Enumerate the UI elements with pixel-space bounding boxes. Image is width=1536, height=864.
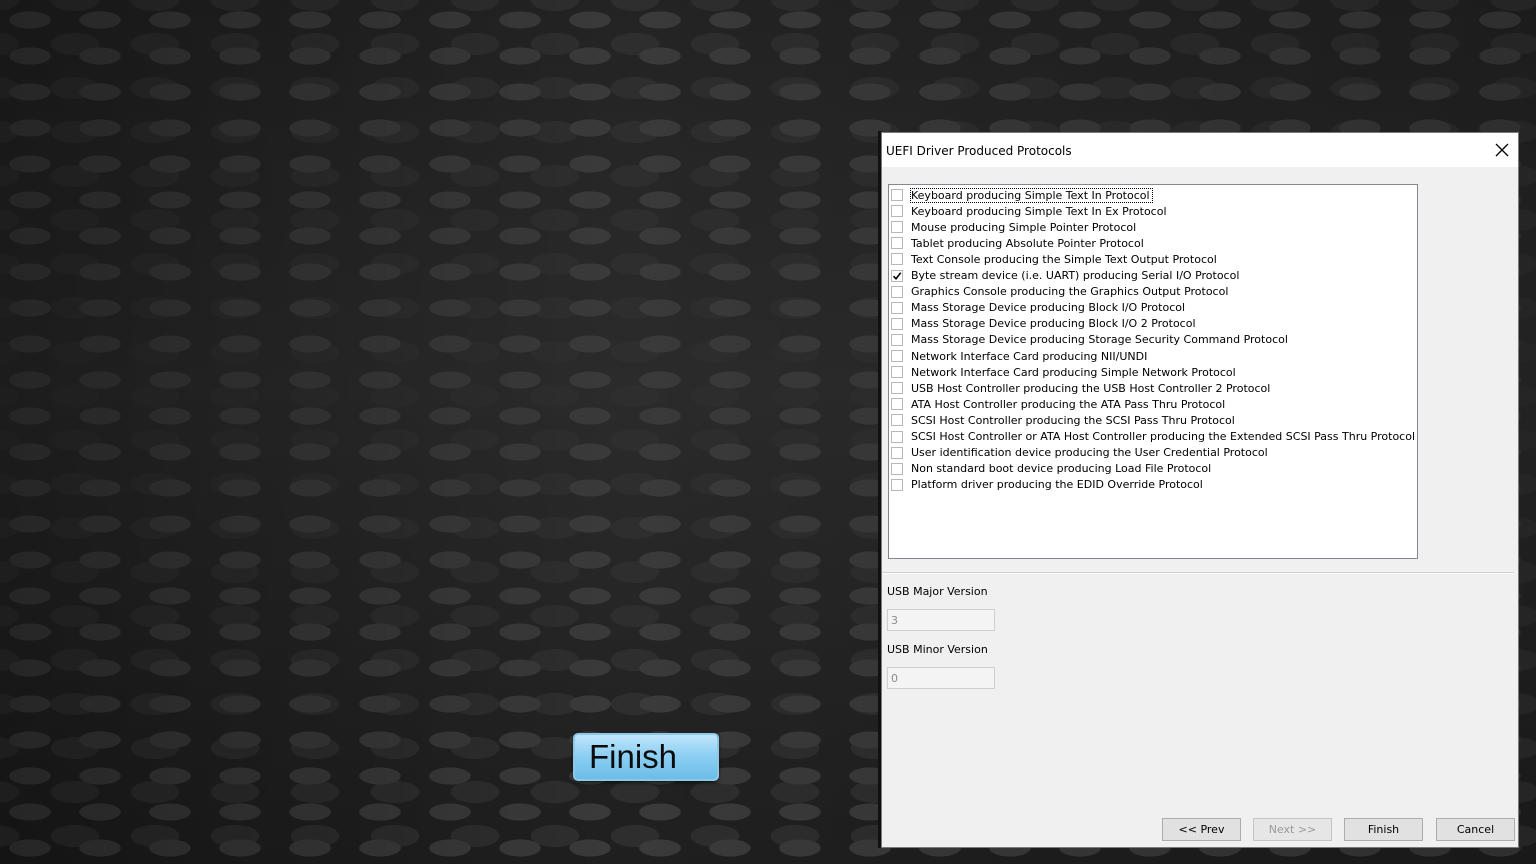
protocol-label: SCSI Host Controller producing the SCSI … <box>911 413 1235 427</box>
close-icon <box>1495 143 1509 157</box>
usb-minor-label: USB Minor Version <box>887 643 988 656</box>
protocol-checkbox[interactable] <box>891 253 903 266</box>
protocol-item[interactable]: Mass Storage Device producing Storage Se… <box>891 332 1290 348</box>
protocol-checkbox[interactable] <box>891 350 903 362</box>
protocol-checkbox[interactable] <box>891 285 903 298</box>
protocol-label: Non standard boot device producing Load … <box>911 462 1212 476</box>
protocol-item[interactable]: User identification device producing the… <box>891 445 1270 461</box>
protocol-item[interactable]: Tablet producing Absolute Pointer Protoc… <box>891 235 1146 251</box>
dialog-title: UEFI Driver Produced Protocols <box>886 144 1072 158</box>
protocol-label: Platform driver producing the EDID Overr… <box>911 478 1203 492</box>
protocol-label: User identification device producing the… <box>911 446 1268 460</box>
protocol-label: SCSI Host Controller or ATA Host Control… <box>911 430 1416 443</box>
protocol-item[interactable]: Mouse producing Simple Pointer Protocol <box>891 219 1138 235</box>
protocol-label: ATA Host Controller producing the ATA Pa… <box>911 397 1226 411</box>
protocol-item[interactable]: USB Host Controller producing the USB Ho… <box>891 380 1272 396</box>
finish-callout-label: Finish <box>573 733 719 781</box>
protocol-checkbox[interactable] <box>891 221 903 234</box>
protocol-checkbox[interactable] <box>891 269 903 282</box>
next-button[interactable]: Next >> <box>1253 818 1332 841</box>
protocol-label: Network Interface Card producing NII/UND… <box>911 349 1148 363</box>
protocol-checkbox[interactable] <box>891 189 903 201</box>
protocol-checklist[interactable]: Keyboard producing Simple Text In Protoc… <box>888 184 1418 559</box>
protocol-label: Keyboard producing Simple Text In Protoc… <box>910 187 1153 203</box>
protocol-checkbox[interactable] <box>891 478 903 491</box>
protocol-item[interactable]: Keyboard producing Simple Text In Protoc… <box>891 187 1153 203</box>
usb-major-input[interactable] <box>887 609 995 631</box>
protocol-label: Network Interface Card producing Simple … <box>911 365 1236 379</box>
protocol-item[interactable]: Keyboard producing Simple Text In Ex Pro… <box>891 203 1169 219</box>
protocol-checkbox[interactable] <box>891 317 903 330</box>
checkmark-icon <box>892 271 902 280</box>
protocol-checkbox[interactable] <box>891 462 903 475</box>
protocol-checkbox[interactable] <box>891 414 903 427</box>
protocol-checkbox[interactable] <box>891 237 903 250</box>
protocol-checkbox[interactable] <box>891 205 903 218</box>
protocol-checkbox[interactable] <box>891 430 903 443</box>
protocol-item[interactable]: Mass Storage Device producing Block I/O … <box>891 300 1187 316</box>
protocol-label: USB Host Controller producing the USB Ho… <box>911 381 1271 395</box>
uefi-protocols-dialog: UEFI Driver Produced Protocols Keyboard … <box>881 132 1519 848</box>
protocol-label: Tablet producing Absolute Pointer Protoc… <box>911 236 1144 250</box>
close-button[interactable] <box>1490 138 1514 162</box>
finish-button[interactable]: Finish <box>1344 818 1423 841</box>
protocol-checkbox[interactable] <box>891 398 903 411</box>
cancel-button[interactable]: Cancel <box>1436 818 1515 841</box>
protocol-checkbox[interactable] <box>891 366 903 379</box>
protocol-label: Text Console producing the Simple Text O… <box>911 252 1217 266</box>
protocol-item[interactable]: Byte stream device (i.e. UART) producing… <box>891 268 1241 284</box>
protocol-item[interactable]: Platform driver producing the EDID Overr… <box>891 477 1205 493</box>
section-separator <box>882 572 1514 574</box>
protocol-checkbox[interactable] <box>891 382 903 395</box>
protocol-item[interactable]: SCSI Host Controller producing the SCSI … <box>891 412 1237 428</box>
protocol-label: Mass Storage Device producing Block I/O … <box>911 301 1186 315</box>
prev-button[interactable]: << Prev <box>1162 818 1241 841</box>
protocol-item[interactable]: Network Interface Card producing Simple … <box>891 364 1238 380</box>
dialog-titlebar: UEFI Driver Produced Protocols <box>882 133 1518 167</box>
protocol-label: Graphics Console producing the Graphics … <box>911 285 1229 299</box>
protocol-item[interactable]: Network Interface Card producing NII/UND… <box>891 348 1149 364</box>
protocol-label: Mass Storage Device producing Block I/O … <box>911 317 1196 331</box>
protocol-item[interactable]: Non standard boot device producing Load … <box>891 461 1213 477</box>
protocol-item[interactable]: Graphics Console producing the Graphics … <box>891 284 1230 300</box>
protocol-label: Mouse producing Simple Pointer Protocol <box>911 220 1137 234</box>
protocol-item[interactable]: ATA Host Controller producing the ATA Pa… <box>891 396 1227 412</box>
protocol-checkbox[interactable] <box>891 333 903 346</box>
usb-major-label: USB Major Version <box>887 585 988 598</box>
protocol-label: Byte stream device (i.e. UART) producing… <box>911 269 1240 282</box>
protocol-item[interactable]: SCSI Host Controller or ATA Host Control… <box>891 429 1417 445</box>
protocol-item[interactable]: Mass Storage Device producing Block I/O … <box>891 316 1198 332</box>
protocol-checkbox[interactable] <box>891 446 903 459</box>
protocol-checkbox[interactable] <box>891 301 903 314</box>
protocol-label: Mass Storage Device producing Storage Se… <box>911 333 1288 347</box>
protocol-label: Keyboard producing Simple Text In Ex Pro… <box>911 204 1167 218</box>
protocol-item[interactable]: Text Console producing the Simple Text O… <box>891 251 1219 267</box>
usb-minor-input[interactable] <box>887 667 995 689</box>
